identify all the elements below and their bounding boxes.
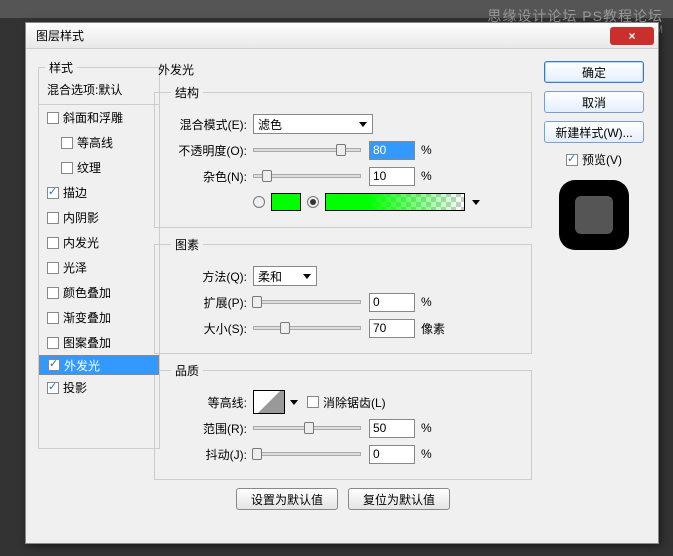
spread-slider[interactable] <box>253 300 361 304</box>
spread-input[interactable] <box>369 293 415 312</box>
preview-checkbox[interactable] <box>566 154 578 166</box>
spread-unit: % <box>421 295 432 309</box>
right-panel: 确定 取消 新建样式(W)... 预览(V) <box>540 59 648 533</box>
checkbox[interactable] <box>47 212 59 224</box>
antialias-checkbox[interactable] <box>307 396 319 408</box>
structure-group: 结构 混合模式(E): 滤色 不透明度(O): % 杂色(N): % <box>154 84 532 228</box>
size-input[interactable] <box>369 319 415 338</box>
range-input[interactable] <box>369 419 415 438</box>
noise-label: 杂色(N): <box>165 168 247 185</box>
style-inner-shadow[interactable]: 内阴影 <box>39 205 159 230</box>
styles-panel: 样式 混合选项:默认 斜面和浮雕 等高线 纹理 描边 内阴影 内发光 光泽 颜色… <box>38 59 146 533</box>
blend-mode-label: 混合模式(E): <box>165 116 247 133</box>
contour-picker[interactable] <box>253 390 285 414</box>
close-icon: × <box>628 29 635 43</box>
titlebar: 图层样式 × <box>26 23 658 49</box>
style-stroke[interactable]: 描边 <box>39 180 159 205</box>
checkbox[interactable] <box>47 187 59 199</box>
antialias-label: 消除锯齿(L) <box>323 394 386 411</box>
elements-group: 图素 方法(Q): 柔和 扩展(P): % 大小(S): 像素 <box>154 236 532 354</box>
checkbox[interactable] <box>61 162 73 174</box>
checkbox[interactable] <box>61 137 73 149</box>
style-inner-glow[interactable]: 内发光 <box>39 230 159 255</box>
set-default-button[interactable]: 设置为默认值 <box>236 488 338 510</box>
dialog-title: 图层样式 <box>30 27 610 44</box>
checkbox[interactable] <box>47 312 59 324</box>
styles-legend: 样式 <box>45 59 77 76</box>
structure-legend: 结构 <box>171 84 203 101</box>
cancel-button[interactable]: 取消 <box>544 91 644 113</box>
size-label: 大小(S): <box>165 320 247 337</box>
jitter-label: 抖动(J): <box>165 446 247 463</box>
checkbox[interactable] <box>47 382 59 394</box>
noise-slider[interactable] <box>253 174 361 178</box>
checkbox[interactable] <box>48 359 60 371</box>
style-bevel[interactable]: 斜面和浮雕 <box>39 105 159 130</box>
technique-label: 方法(Q): <box>165 268 247 285</box>
contour-label: 等高线: <box>165 394 247 411</box>
checkbox[interactable] <box>47 112 59 124</box>
gradient-picker[interactable] <box>325 193 465 211</box>
style-gradient-overlay[interactable]: 渐变叠加 <box>39 305 159 330</box>
ok-button[interactable]: 确定 <box>544 61 644 83</box>
color-radio[interactable] <box>253 196 265 208</box>
style-color-overlay[interactable]: 颜色叠加 <box>39 280 159 305</box>
checkbox[interactable] <box>47 237 59 249</box>
size-unit: 像素 <box>421 320 445 337</box>
range-slider[interactable] <box>253 426 361 430</box>
size-slider[interactable] <box>253 326 361 330</box>
close-button[interactable]: × <box>610 27 654 45</box>
layer-style-dialog: 图层样式 × 样式 混合选项:默认 斜面和浮雕 等高线 纹理 描边 内阴影 内发… <box>25 22 659 544</box>
style-contour[interactable]: 等高线 <box>39 130 159 155</box>
style-pattern-overlay[interactable]: 图案叠加 <box>39 330 159 355</box>
quality-group: 品质 等高线: 消除锯齿(L) 范围(R): % 抖动(J): <box>154 362 532 480</box>
main-title: 外发光 <box>154 59 532 84</box>
opacity-unit: % <box>421 143 432 157</box>
reset-default-button[interactable]: 复位为默认值 <box>348 488 450 510</box>
jitter-slider[interactable] <box>253 452 361 456</box>
jitter-unit: % <box>421 447 432 461</box>
range-unit: % <box>421 421 432 435</box>
checkbox[interactable] <box>47 287 59 299</box>
style-outer-glow[interactable]: 外发光 <box>39 355 159 375</box>
blend-options-row[interactable]: 混合选项:默认 <box>39 76 159 105</box>
main-panel: 外发光 结构 混合模式(E): 滤色 不透明度(O): % 杂色(N): <box>146 59 540 533</box>
style-texture[interactable]: 纹理 <box>39 155 159 180</box>
noise-unit: % <box>421 169 432 183</box>
range-label: 范围(R): <box>165 420 247 437</box>
style-drop-shadow[interactable]: 投影 <box>39 375 159 400</box>
opacity-label: 不透明度(O): <box>165 142 247 159</box>
quality-legend: 品质 <box>171 362 203 379</box>
noise-input[interactable] <box>369 167 415 186</box>
spread-label: 扩展(P): <box>165 294 247 311</box>
checkbox[interactable] <box>47 337 59 349</box>
new-style-button[interactable]: 新建样式(W)... <box>544 121 644 143</box>
opacity-slider[interactable] <box>253 148 361 152</box>
preview-thumbnail <box>559 180 629 250</box>
blend-mode-select[interactable]: 滤色 <box>253 114 373 134</box>
color-swatch[interactable] <box>271 193 301 211</box>
technique-select[interactable]: 柔和 <box>253 266 317 286</box>
preview-label: 预览(V) <box>582 151 622 168</box>
style-satin[interactable]: 光泽 <box>39 255 159 280</box>
elements-legend: 图素 <box>171 236 203 253</box>
jitter-input[interactable] <box>369 445 415 464</box>
gradient-radio[interactable] <box>307 196 319 208</box>
opacity-input[interactable] <box>369 141 415 160</box>
checkbox[interactable] <box>47 262 59 274</box>
